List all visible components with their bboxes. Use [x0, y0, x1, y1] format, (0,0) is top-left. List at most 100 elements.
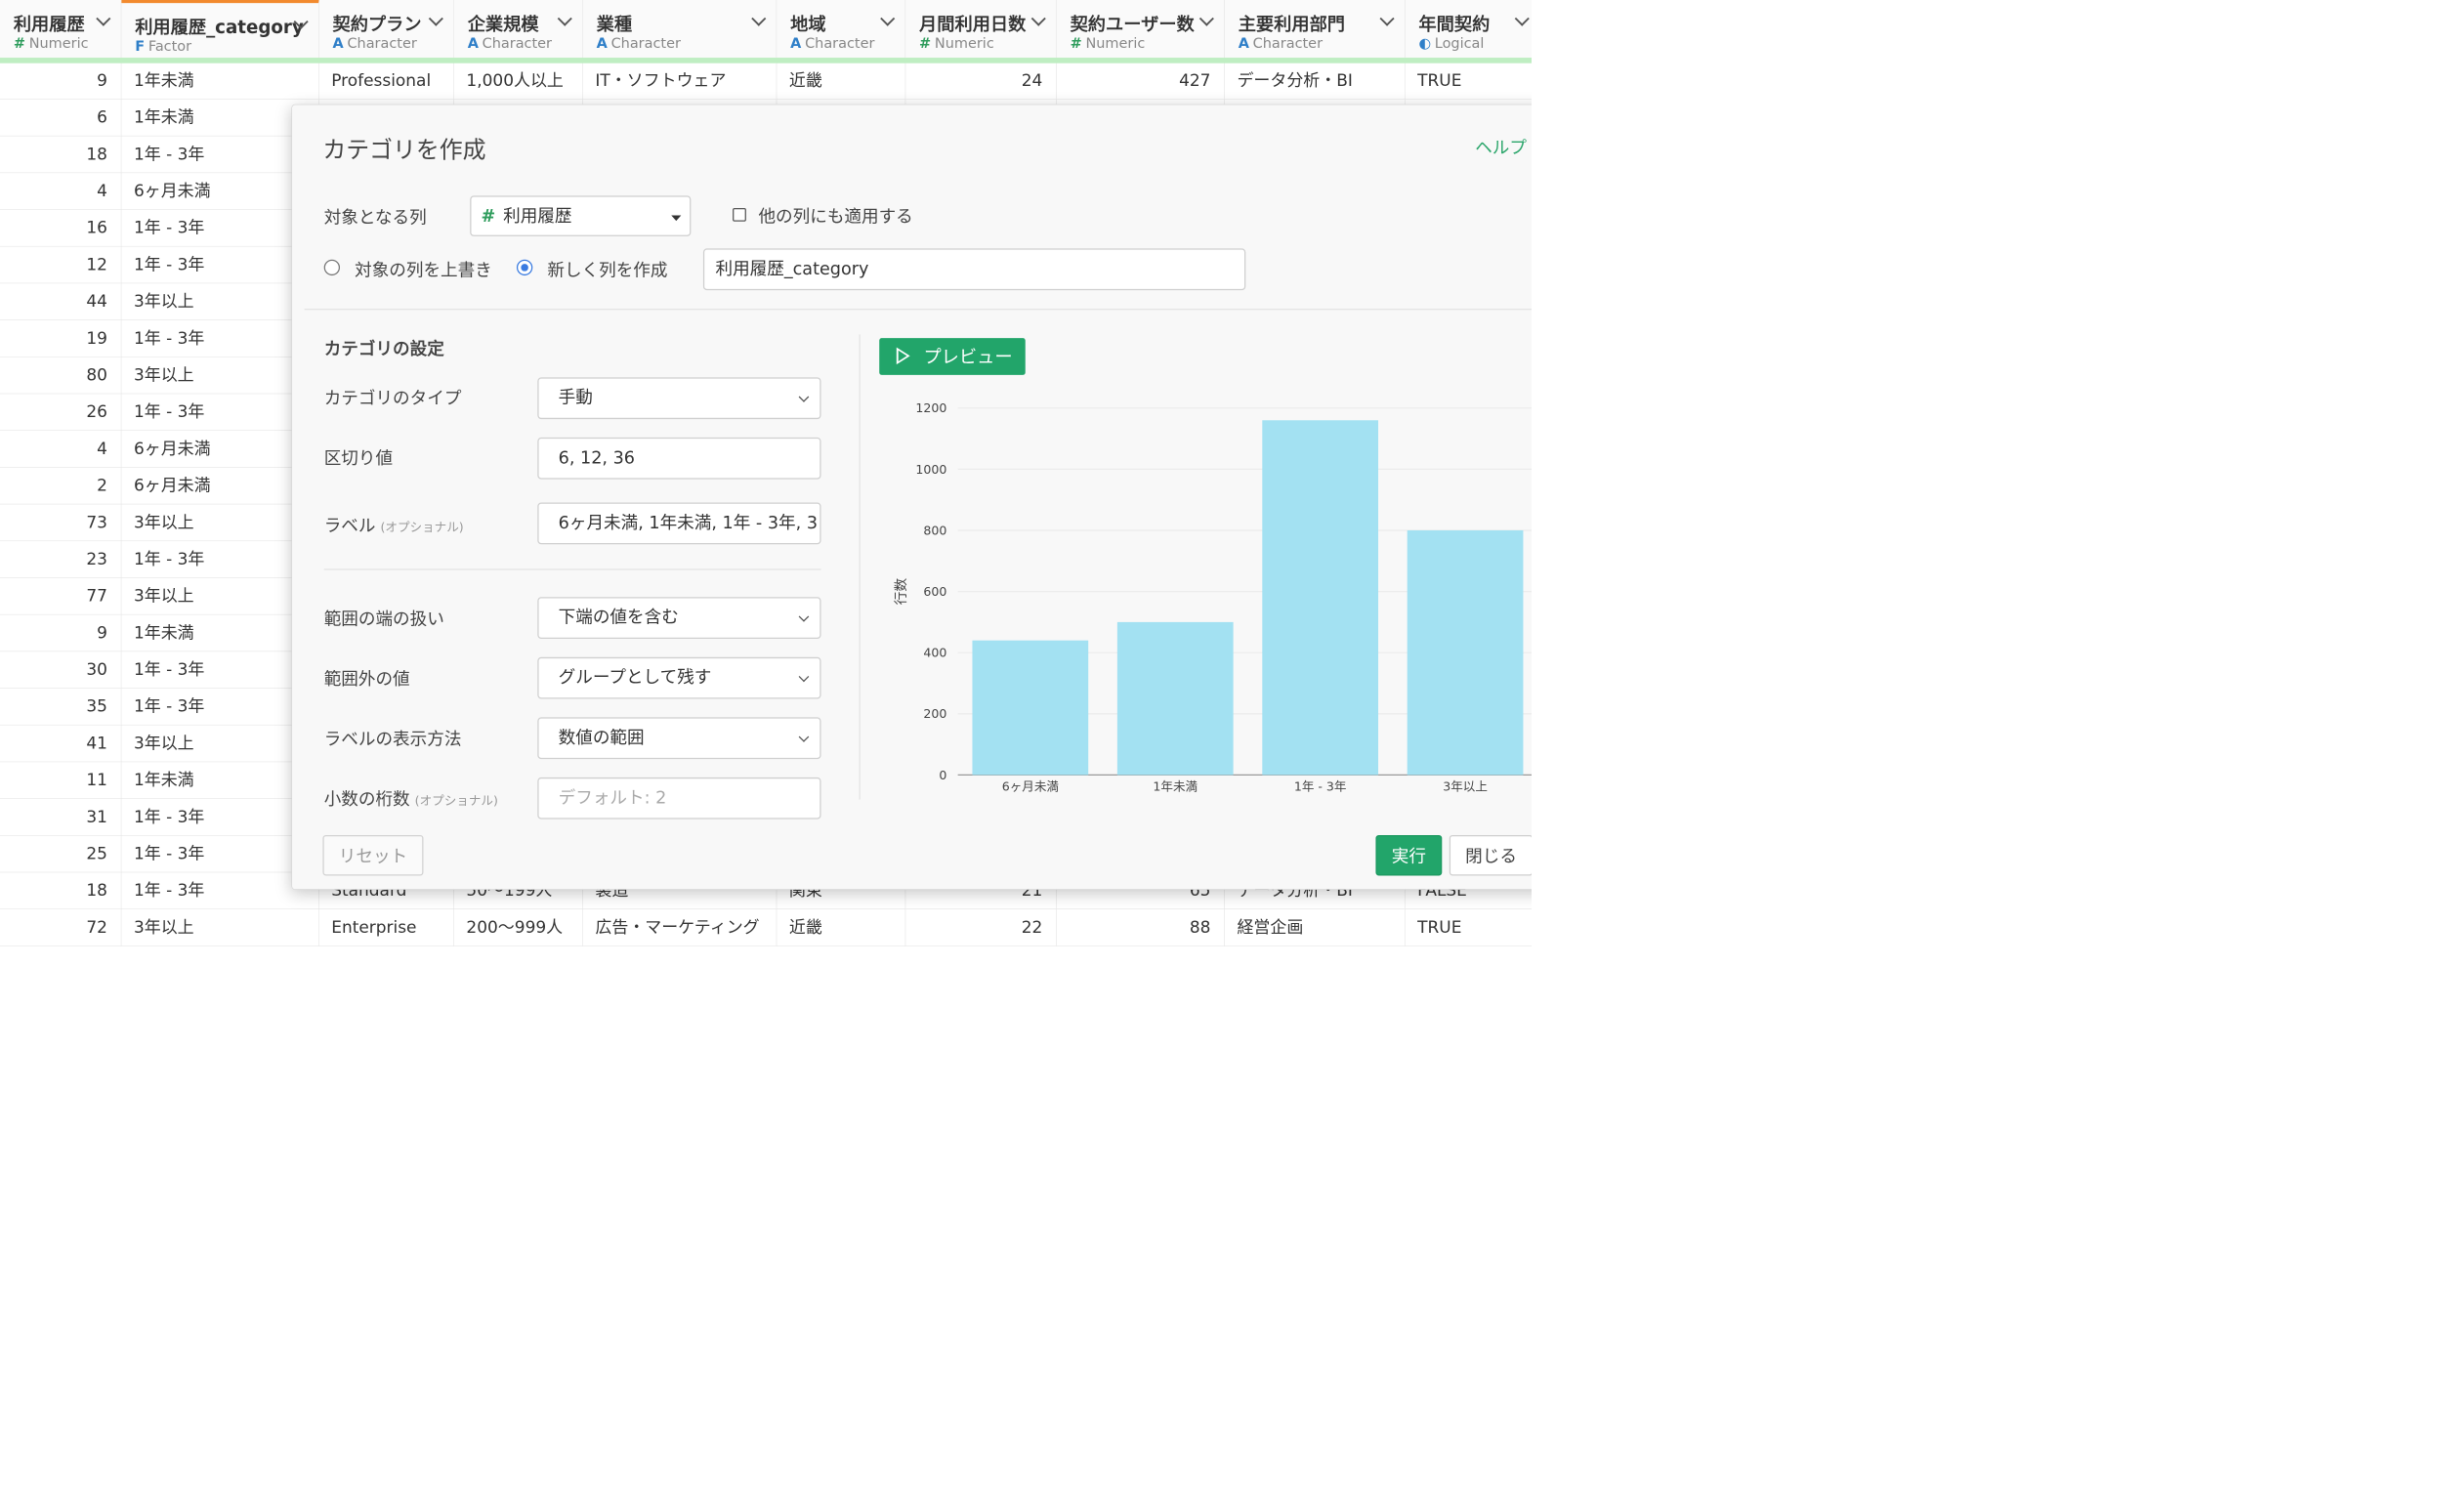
column-header-3[interactable]: 契約プラン A Character	[318, 0, 454, 63]
table-cell[interactable]: 200〜999人	[454, 908, 583, 946]
table-cell[interactable]: 1年 - 3年	[121, 688, 319, 726]
table-cell[interactable]: 4	[0, 173, 122, 210]
chevron-down-icon[interactable]	[1198, 11, 1214, 26]
table-cell[interactable]: 1年未満	[121, 762, 319, 799]
table-cell[interactable]: 18	[0, 136, 122, 174]
table-cell[interactable]: 16	[0, 209, 122, 247]
table-cell[interactable]: 近畿	[777, 63, 906, 100]
table-cell[interactable]: 72	[0, 908, 122, 946]
new-column-name-input[interactable]: 利用履歴_category	[702, 248, 1246, 291]
table-cell[interactable]: 広告・マーケティング	[583, 908, 778, 946]
new-column-radio[interactable]	[516, 259, 533, 276]
table-cell[interactable]: 73	[0, 504, 122, 542]
table-cell[interactable]: 6ヶ月未満	[121, 430, 319, 468]
chevron-down-icon[interactable]	[428, 11, 443, 26]
outside-select[interactable]: グループとして残す	[537, 656, 821, 699]
table-cell[interactable]: 35	[0, 688, 122, 726]
table-cell[interactable]: 23	[0, 541, 122, 578]
chevron-down-icon[interactable]	[1514, 11, 1530, 26]
table-cell[interactable]: 1年 - 3年	[121, 319, 319, 357]
table-cell[interactable]: 9	[0, 63, 122, 100]
table-cell[interactable]: 4	[0, 430, 122, 468]
breaks-input[interactable]: 6, 12, 36	[537, 437, 821, 480]
table-cell[interactable]: 3年以上	[121, 504, 319, 542]
target-column-select[interactable]: # 利用履歴	[470, 195, 692, 236]
table-cell[interactable]: 41	[0, 725, 122, 763]
chevron-down-icon[interactable]	[1030, 11, 1046, 26]
table-cell[interactable]: 3年以上	[121, 357, 319, 395]
table-cell[interactable]: 88	[1057, 908, 1225, 946]
preview-button[interactable]: プレビュー	[879, 338, 1026, 375]
table-cell[interactable]: 経営企画	[1225, 908, 1406, 946]
reset-button[interactable]: リセット	[322, 834, 424, 876]
labels-input[interactable]: 6ヶ月未満, 1年未満, 1年 - 3年, 3	[537, 502, 821, 545]
table-cell[interactable]: 22	[905, 908, 1057, 946]
table-cell[interactable]: 11	[0, 762, 122, 799]
apply-other-checkbox[interactable]	[733, 207, 746, 222]
table-cell[interactable]: 1年 - 3年	[121, 136, 319, 174]
table-cell[interactable]: 24	[905, 63, 1057, 100]
table-cell[interactable]: TRUE	[1406, 909, 1532, 946]
table-cell[interactable]: 25	[0, 835, 122, 873]
column-header-10[interactable]: 年間契約 ◐ Logical	[1405, 0, 1532, 63]
table-cell[interactable]: 1年 - 3年	[121, 872, 319, 909]
table-cell[interactable]: 1,000人以上	[454, 63, 583, 100]
column-header-1[interactable]: 利用履歴 # Numeric	[0, 0, 122, 63]
table-cell[interactable]: 3年以上	[121, 725, 319, 763]
table-cell[interactable]: Professional	[319, 63, 454, 100]
table-cell[interactable]: 1年 - 3年	[121, 246, 319, 284]
column-header-7[interactable]: 月間利用日数 # Numeric	[905, 0, 1057, 63]
column-header-9[interactable]: 主要利用部門 A Character	[1224, 0, 1406, 63]
table-cell[interactable]: 1年 - 3年	[121, 394, 319, 431]
chevron-down-icon[interactable]	[96, 11, 111, 26]
column-header-8[interactable]: 契約ユーザー数 # Numeric	[1056, 0, 1225, 63]
table-cell[interactable]: 1年未満	[121, 99, 319, 137]
table-cell[interactable]: 6	[0, 99, 122, 137]
table-cell[interactable]: 6ヶ月未満	[121, 467, 319, 505]
table-cell[interactable]: 3年以上	[121, 283, 319, 320]
column-header-4[interactable]: 企業規模 A Character	[453, 0, 583, 63]
table-cell[interactable]: 18	[0, 872, 122, 909]
table-cell[interactable]: 80	[0, 357, 122, 395]
table-cell[interactable]: 77	[0, 577, 122, 615]
table-cell[interactable]: 1年未満	[121, 614, 319, 652]
column-header-6[interactable]: 地域 A Character	[777, 0, 906, 63]
table-cell[interactable]: 3年以上	[121, 908, 319, 946]
decimals-input[interactable]: デフォルト: 2	[537, 777, 821, 819]
chevron-down-icon[interactable]	[880, 11, 896, 26]
display-select[interactable]: 数値の範囲	[537, 717, 821, 760]
chevron-down-icon[interactable]	[1379, 11, 1395, 26]
chevron-down-icon[interactable]	[557, 11, 572, 26]
table-cell[interactable]: 1年 - 3年	[121, 209, 319, 247]
table-cell[interactable]: 31	[0, 798, 122, 836]
close-button[interactable]: 閉じる	[1449, 834, 1532, 876]
table-cell[interactable]: 1年 - 3年	[121, 835, 319, 873]
chevron-down-icon[interactable]	[751, 11, 767, 26]
table-cell[interactable]: 44	[0, 283, 122, 320]
table-cell[interactable]: 9	[0, 614, 122, 652]
table-cell[interactable]: 26	[0, 394, 122, 431]
table-cell[interactable]: TRUE	[1406, 63, 1532, 100]
table-cell[interactable]: 12	[0, 246, 122, 284]
table-cell[interactable]: 1年 - 3年	[121, 798, 319, 836]
table-cell[interactable]: 近畿	[777, 908, 906, 946]
column-header-5[interactable]: 業種 A Character	[582, 0, 778, 63]
table-cell[interactable]: 6ヶ月未満	[121, 173, 319, 210]
table-cell[interactable]: データ分析・BI	[1225, 63, 1406, 100]
table-cell[interactable]: 1年 - 3年	[121, 651, 319, 689]
help-link[interactable]: ヘルプ	[1475, 135, 1527, 159]
run-button[interactable]: 実行	[1375, 834, 1443, 876]
table-cell[interactable]: 30	[0, 651, 122, 689]
column-header-2[interactable]: 利用履歴_category F Factor	[121, 0, 319, 63]
table-cell[interactable]: 19	[0, 319, 122, 357]
table-cell[interactable]: IT・ソフトウェア	[583, 63, 778, 100]
table-cell[interactable]: Enterprise	[319, 908, 454, 946]
table-cell[interactable]: 427	[1057, 63, 1225, 100]
category-type-select[interactable]: 手動	[537, 377, 821, 420]
edge-select[interactable]: 下端の値を含む	[537, 597, 821, 639]
overwrite-radio[interactable]	[323, 259, 341, 276]
table-cell[interactable]: 1年 - 3年	[121, 541, 319, 578]
table-cell[interactable]: 2	[0, 467, 122, 505]
table-cell[interactable]: 3年以上	[121, 577, 319, 615]
table-cell[interactable]: 1年未満	[121, 63, 319, 100]
